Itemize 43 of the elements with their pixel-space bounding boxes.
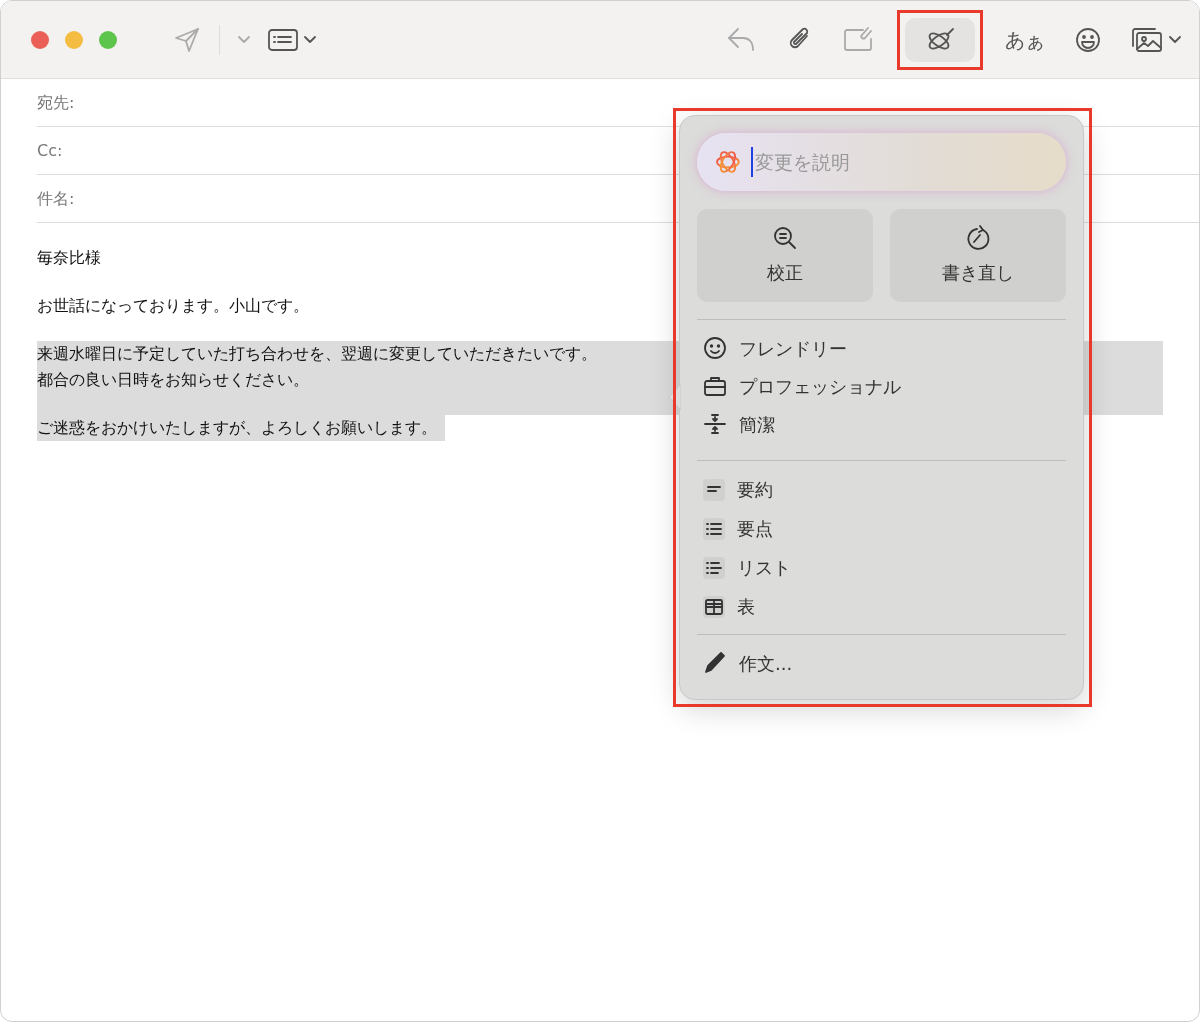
compress-icon bbox=[703, 412, 727, 436]
table-icon bbox=[703, 595, 725, 618]
body-text: ご迷惑をおかけいたしますが、よろしくお願いします。 bbox=[37, 415, 445, 441]
field-label: Cc: bbox=[37, 139, 63, 162]
text-format-button[interactable]: あぁ bbox=[1005, 17, 1045, 62]
menu-item[interactable]: 要点 bbox=[697, 509, 1066, 548]
send-icon bbox=[173, 25, 201, 54]
field-label: 件名: bbox=[37, 187, 75, 210]
menu-item[interactable]: 簡潔 bbox=[697, 405, 1066, 443]
prompt-input[interactable]: 変更を説明 bbox=[750, 146, 1048, 178]
markup-icon bbox=[843, 26, 875, 53]
caret-icon bbox=[1169, 35, 1181, 44]
body-text: 毎奈比様 bbox=[37, 247, 101, 269]
header-list-icon bbox=[268, 27, 298, 52]
body-text: 来週水曜日に予定していた打ち合わせを、翌週に変更していただきたいです。 bbox=[37, 343, 597, 365]
magnifier-icon bbox=[772, 225, 798, 251]
close-button[interactable] bbox=[31, 30, 49, 49]
smile-icon bbox=[703, 336, 727, 360]
prompt-field[interactable]: 変更を説明 bbox=[697, 133, 1066, 191]
bullet-list-icon bbox=[703, 517, 725, 540]
menu-item[interactable]: フレンドリー bbox=[697, 329, 1066, 367]
smiley-icon bbox=[1075, 26, 1101, 53]
writing-tools-button[interactable] bbox=[905, 17, 975, 62]
menu-item[interactable]: 要約 bbox=[697, 470, 1066, 509]
reply-icon bbox=[727, 26, 757, 53]
caret-icon bbox=[238, 35, 250, 44]
circular-arrow-icon bbox=[965, 225, 991, 251]
menu-item[interactable]: 表 bbox=[697, 587, 1066, 626]
body-text: お世話になっております。小山です。 bbox=[37, 295, 309, 317]
body-text: 都合の良い日時をお知らせください。 bbox=[37, 369, 309, 391]
proofread-button[interactable]: 校正 bbox=[697, 209, 873, 302]
field-label: 宛先: bbox=[37, 91, 75, 114]
menu-item[interactable]: リスト bbox=[697, 548, 1066, 587]
rewrite-button[interactable]: 書き直し bbox=[890, 209, 1066, 302]
caret-icon bbox=[304, 35, 316, 44]
briefcase-icon bbox=[703, 375, 727, 397]
photos-icon bbox=[1131, 26, 1163, 53]
menu-item[interactable]: 作文... bbox=[697, 644, 1066, 682]
menu-item[interactable]: プロフェッショナル bbox=[697, 367, 1066, 405]
pencil-icon bbox=[703, 651, 727, 675]
sparkle-logo-icon bbox=[715, 149, 741, 175]
numbered-list-icon bbox=[703, 556, 725, 579]
paragraph-lines-icon bbox=[703, 478, 725, 501]
